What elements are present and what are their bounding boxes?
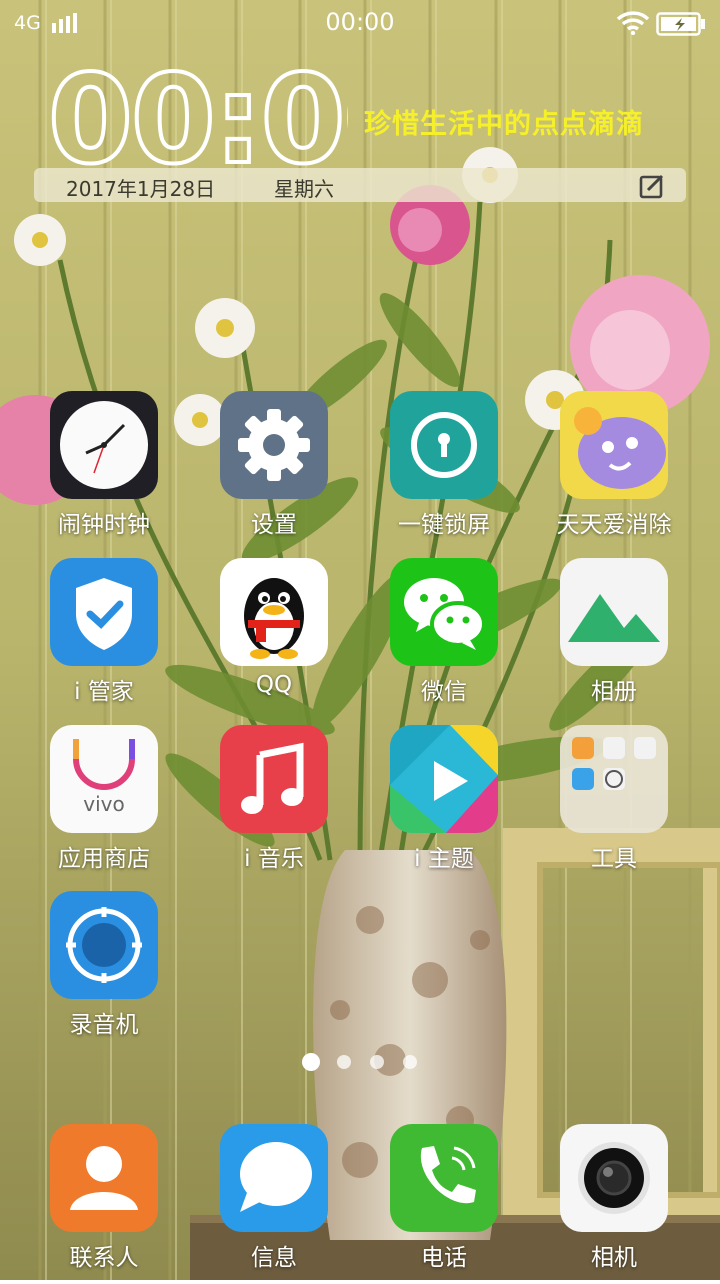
date-text: 2017年1月28日 [66,177,216,201]
battery-charging-icon [656,12,705,36]
wifi-icon [616,11,650,35]
status-time: 00:00 [325,8,395,36]
app-label: 电话 [421,1245,467,1271]
motto-text: 珍惜生活中的点点滴滴 [364,109,644,140]
music-note-icon [220,725,328,833]
app-label: 应用商店 [58,846,150,872]
app-label: 相册 [591,679,637,705]
app-gallery[interactable]: 相册 [529,558,699,718]
app-label: 微信 [421,679,467,705]
app-label: 一键锁屏 [398,512,490,538]
clock-icon [50,391,158,499]
app-tools-folder[interactable]: 工具 [529,725,699,885]
app-label: 联系人 [69,1245,139,1271]
app-label: i 管家 [74,679,134,705]
app-settings[interactable]: 设置 [189,391,359,551]
page-dot-active[interactable] [302,1053,320,1071]
app-lock-screen[interactable]: 一键锁屏 [359,391,529,551]
app-label: QQ [255,672,293,698]
dock-phone[interactable]: 电话 [359,1124,529,1284]
shield-check-icon [50,558,158,666]
app-alarm-clock[interactable]: 闹钟时钟 [19,391,189,551]
app-label: 设置 [251,512,297,538]
page-dot[interactable] [403,1055,417,1069]
contacts-icon [50,1124,158,1232]
app-qq[interactable]: QQ [189,558,359,718]
app-label: i 音乐 [244,846,304,872]
app-label: 相机 [591,1245,637,1271]
tools-folder-icon [560,725,668,833]
game-icon [560,391,668,499]
message-bubble-icon [220,1124,328,1232]
app-label: 工具 [591,846,637,872]
phone-icon [390,1124,498,1232]
app-game[interactable]: 天天爱消除 [529,391,699,551]
svg-text:00:00: 00:00 [48,62,348,170]
app-label: 信息 [251,1245,297,1271]
page-dot[interactable] [370,1055,384,1069]
weekday-text: 星期六 [274,177,334,201]
app-label: 天天爱消除 [556,512,672,538]
gear-icon [220,391,328,499]
app-wechat[interactable]: 微信 [359,558,529,718]
mountain-gallery-icon [560,558,668,666]
theme-icon [390,725,498,833]
status-bar: 4G 00:00 [0,0,720,48]
lock-screen-icon [390,391,498,499]
date-bar[interactable]: 2017年1月28日 星期六 [34,168,686,202]
app-label: 闹钟时钟 [58,512,150,538]
app-music[interactable]: i 音乐 [189,725,359,885]
app-label: i 主题 [414,846,474,872]
app-theme[interactable]: i 主题 [359,725,529,885]
app-label: 录音机 [69,1012,139,1038]
camera-icon [560,1124,668,1232]
page-indicator[interactable] [0,1053,720,1071]
app-i-manager[interactable]: i 管家 [19,558,189,718]
edit-note-icon[interactable] [638,172,666,200]
app-recorder[interactable]: 录音机 [19,891,189,1051]
dock-messages[interactable]: 信息 [189,1124,359,1284]
svg-text:vivo: vivo [83,792,124,816]
recorder-icon [50,891,158,999]
qq-penguin-icon [220,558,328,666]
big-clock-time[interactable]: 00:00 [48,62,348,170]
dock-contacts[interactable]: 联系人 [19,1124,189,1284]
app-store[interactable]: vivo 应用商店 [19,725,189,885]
vivo-store-icon: vivo [50,725,158,833]
dock-camera[interactable]: 相机 [529,1124,699,1284]
page-dot[interactable] [337,1055,351,1069]
wechat-icon [390,558,498,666]
